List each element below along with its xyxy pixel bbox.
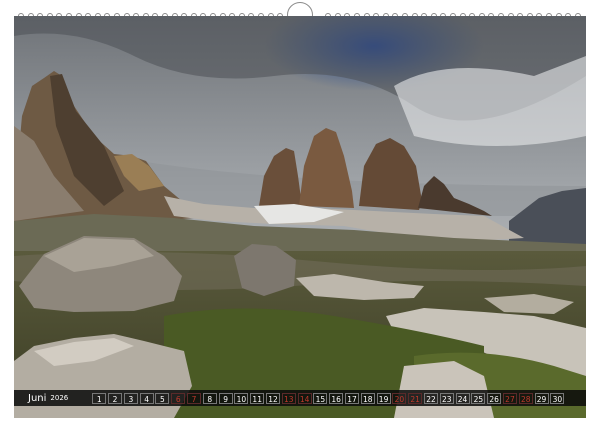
day-cell: 23: [439, 392, 454, 404]
day-cell: 5: [155, 392, 170, 404]
day-cell: 19: [376, 392, 391, 404]
calendar-bar: Juni 2026 1 2 3 4 5 6 7 8 9 10 11 12 13 14 15 16 17 18 19 2…: [14, 390, 586, 406]
day-cell: 1: [92, 392, 107, 404]
day-cell: 21: [408, 392, 423, 404]
day-cell: 3: [123, 392, 138, 404]
day-cell: 6: [171, 392, 186, 404]
day-cell: 17: [344, 392, 359, 404]
day-cell: 8: [202, 392, 217, 404]
day-cell: 10: [234, 392, 249, 404]
day-cell: 27: [502, 392, 517, 404]
day-cells: 1 2 3 4 5 6 7 8 9 10 11 12 13 14 15 16 17 18 19 20 21 22 23 24 2…: [92, 392, 566, 404]
day-cell: 16: [329, 392, 344, 404]
day-cell: 30: [550, 392, 565, 404]
day-cell: 7: [187, 392, 202, 404]
day-cell: 28: [518, 392, 533, 404]
day-cell: 22: [423, 392, 438, 404]
day-cell: 15: [313, 392, 328, 404]
day-cell: 20: [392, 392, 407, 404]
day-cell: 18: [360, 392, 375, 404]
day-cell: 11: [250, 392, 265, 404]
landscape-photo: [14, 16, 586, 418]
year-label: 2026: [50, 394, 69, 402]
day-cell: 26: [487, 392, 502, 404]
day-cell: 29: [534, 392, 549, 404]
month-label: Juni: [28, 392, 47, 404]
day-cell: 4: [139, 392, 154, 404]
day-cell: 2: [108, 392, 123, 404]
day-cell: 12: [266, 392, 280, 404]
day-cell: 25: [471, 392, 486, 404]
day-cell: 13: [281, 392, 296, 404]
day-cell: 24: [455, 392, 470, 404]
day-cell: 9: [218, 392, 233, 404]
day-cell: 14: [297, 392, 312, 404]
